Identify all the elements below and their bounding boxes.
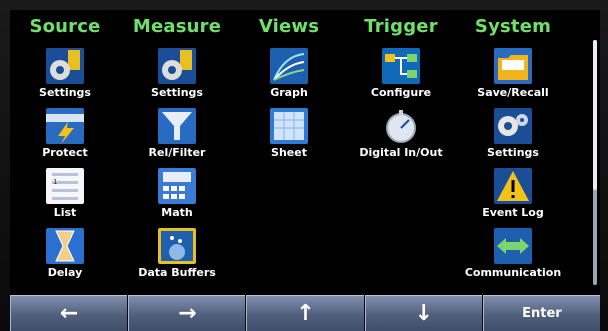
graph-icon — [270, 48, 308, 84]
protect-icon — [46, 108, 84, 144]
tile-label: Communication — [464, 266, 562, 279]
tile-label: Digital In/Out — [359, 146, 443, 159]
tile-system-save-recall[interactable]: Save/Recall — [458, 46, 568, 106]
tile-label: Settings — [487, 146, 539, 159]
down-arrow-icon: ↓ — [414, 300, 433, 326]
tile-source-settings[interactable]: Settings — [10, 46, 120, 106]
column-title-system: System — [474, 16, 552, 37]
tile-label: Graph — [270, 86, 308, 99]
tile-label: Save/Recall — [477, 86, 549, 99]
sheet-icon — [270, 108, 308, 144]
tile-measure-math[interactable]: Math — [122, 166, 232, 226]
communication-icon — [494, 228, 532, 264]
data-buffers-icon — [158, 228, 196, 264]
tile-label: Data Buffers — [138, 266, 216, 279]
menu-screen: Source Settings Protect 1 List Delay Mea… — [10, 10, 600, 295]
tile-label: Protect — [42, 146, 88, 159]
tile-source-delay[interactable]: Delay — [10, 226, 120, 286]
up-arrow-icon: ↑ — [296, 300, 315, 326]
right-arrow-icon: → — [178, 300, 197, 326]
right-arrow-softkey[interactable]: → — [128, 295, 246, 331]
trigger-configure-icon — [382, 48, 420, 84]
left-arrow-icon: ← — [59, 300, 79, 326]
tile-label: Event Log — [482, 206, 544, 219]
system-settings-icon — [494, 108, 532, 144]
tile-system-communication[interactable]: Communication — [458, 226, 568, 286]
column-title-views: Views — [258, 16, 320, 37]
enter-label: Enter — [522, 306, 562, 321]
softkey-bar: ← → ↑ ↓ Enter — [10, 295, 601, 331]
tile-views-sheet[interactable]: Sheet — [234, 106, 344, 166]
enter-softkey[interactable]: Enter — [482, 295, 601, 331]
tile-label: List — [53, 206, 77, 219]
tile-label: Configure — [370, 86, 432, 99]
tile-label: Settings — [39, 86, 91, 99]
tile-label: Settings — [151, 86, 203, 99]
tile-trigger-digital-io[interactable]: Digital In/Out — [346, 106, 456, 166]
left-arrow-softkey[interactable]: ← — [10, 295, 128, 331]
tile-system-settings[interactable]: Settings — [458, 106, 568, 166]
column-title-source: Source — [29, 16, 101, 37]
filter-icon — [158, 108, 196, 144]
up-arrow-softkey[interactable]: ↑ — [246, 295, 364, 331]
tile-label: Math — [161, 206, 193, 219]
digital-io-icon — [382, 108, 420, 144]
tile-label: Rel/Filter — [148, 146, 206, 159]
calculator-icon — [158, 168, 196, 204]
tile-measure-data-buffers[interactable]: Data Buffers — [122, 226, 232, 286]
tile-label: Sheet — [271, 146, 307, 159]
warning-icon — [494, 168, 532, 204]
svg-text:1: 1 — [53, 178, 57, 186]
tile-trigger-configure[interactable]: Configure — [346, 46, 456, 106]
tile-measure-settings[interactable]: Settings — [122, 46, 232, 106]
tile-system-event-log[interactable]: Event Log — [458, 166, 568, 226]
hourglass-icon — [46, 228, 84, 264]
down-arrow-softkey[interactable]: ↓ — [364, 295, 482, 331]
measure-settings-icon — [158, 48, 196, 84]
tile-source-protect[interactable]: Protect — [10, 106, 120, 166]
tile-views-graph[interactable]: Graph — [234, 46, 344, 106]
list-icon: 1 — [46, 168, 84, 204]
tile-measure-rel-filter[interactable]: Rel/Filter — [122, 106, 232, 166]
tile-label: Delay — [47, 266, 83, 279]
column-title-trigger: Trigger — [364, 16, 438, 37]
folder-icon — [494, 48, 532, 84]
source-settings-icon — [46, 48, 84, 84]
column-title-measure: Measure — [132, 16, 222, 37]
tile-source-list[interactable]: 1 List — [10, 166, 120, 226]
scrollbar-thumb[interactable] — [593, 40, 597, 190]
